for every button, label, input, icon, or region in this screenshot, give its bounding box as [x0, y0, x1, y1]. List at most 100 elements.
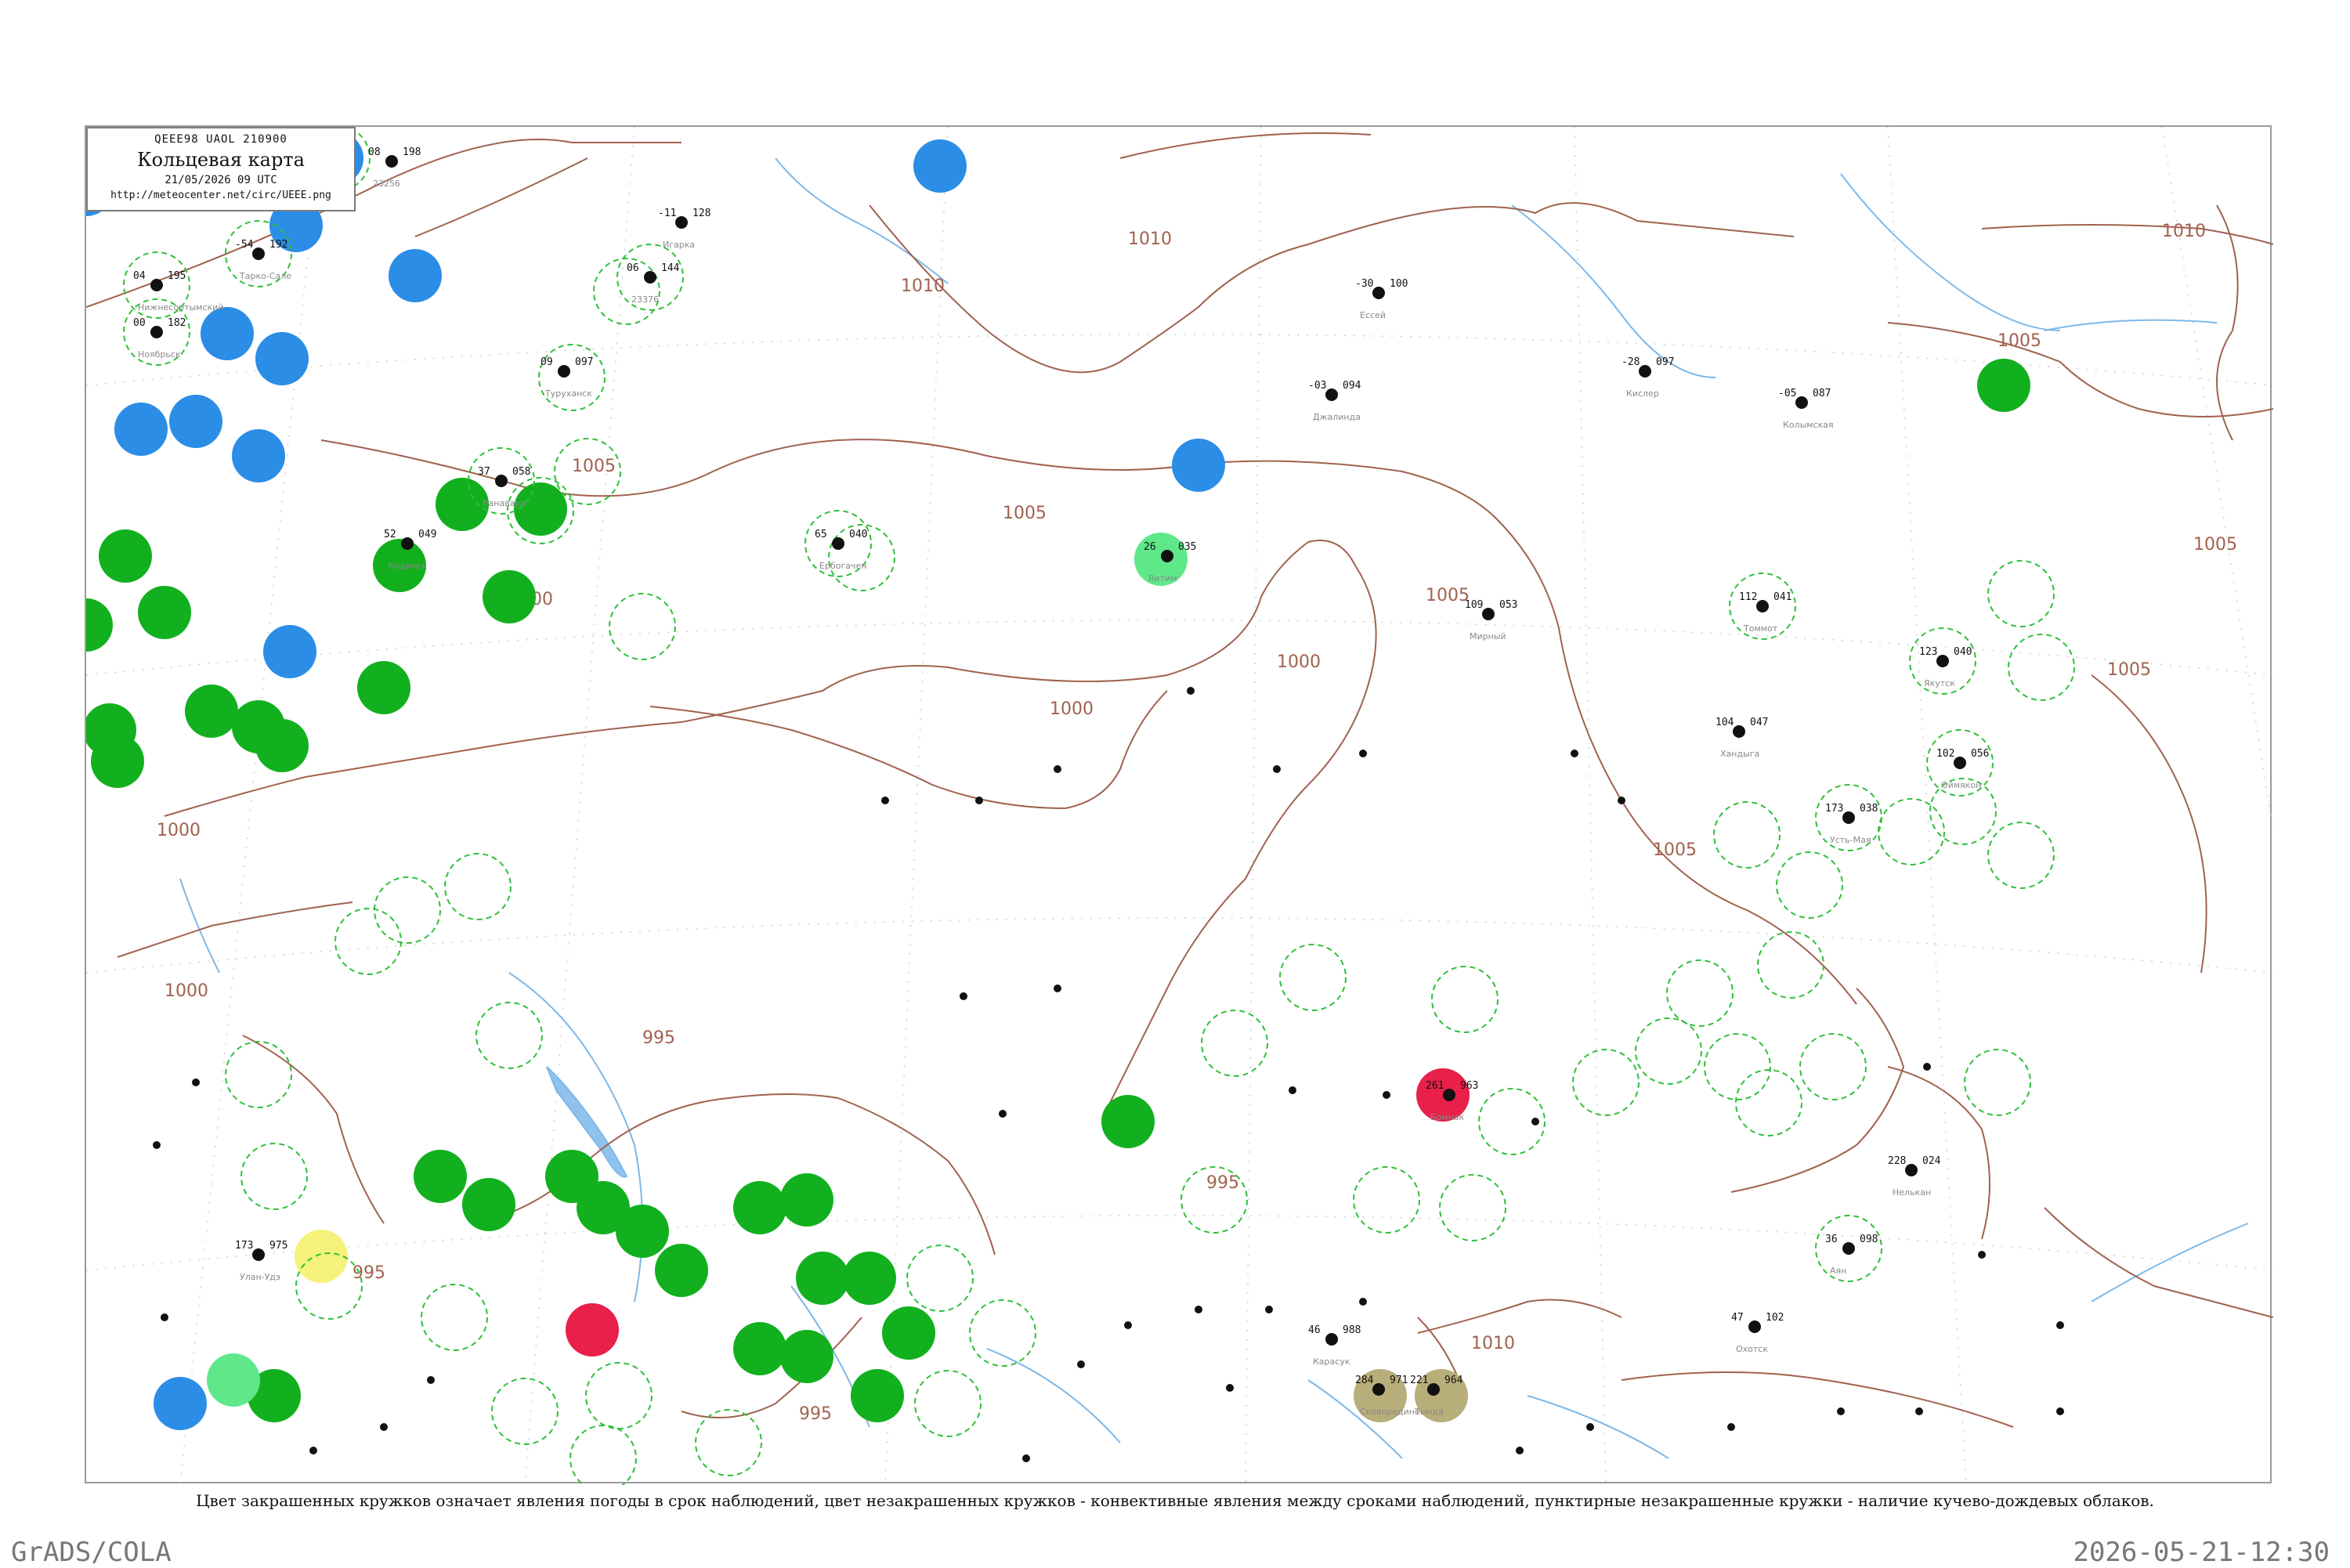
station-marker: [385, 155, 398, 168]
station-temperature: 228: [1888, 1155, 1906, 1167]
station-temperature: -28: [1622, 356, 1640, 368]
map-caption: Цвет закрашенных кружков означает явлени…: [196, 1491, 2154, 1510]
station-temperature: 06: [627, 262, 639, 274]
station-marker: [1443, 1089, 1455, 1101]
station-plot[interactable]: 192 -54 Тарко-Сале: [225, 220, 292, 287]
station-marker: [1325, 388, 1338, 401]
station-name: Улан-Удэ: [240, 1272, 280, 1282]
station-name: Колымская: [1783, 420, 1834, 430]
station-plot[interactable]: 040 123 Якутск: [1909, 627, 1976, 695]
station-name: Оймякон: [1941, 780, 1981, 790]
map-title-box: QEEE98 UAOL 210900 Кольцевая карта 21/05…: [86, 127, 356, 211]
station-marker: [1936, 655, 1949, 667]
station-plot[interactable]: 040 65 Ербогачен: [804, 510, 872, 577]
station-temperature: 109: [1465, 599, 1483, 611]
station-pressure: 097: [575, 356, 593, 368]
station-plot[interactable]: 041 112 Томмот: [1729, 573, 1796, 640]
station-name: Нелькан: [1893, 1187, 1931, 1198]
isobar-label: 995: [799, 1404, 832, 1424]
station-marker: [1905, 1164, 1918, 1176]
station-plot[interactable]: 097 09 Туруханск: [540, 356, 593, 399]
isobar-label: 1005: [1998, 331, 2041, 351]
rivers: [179, 157, 2249, 1459]
station-marker: [675, 216, 688, 229]
station-name: Витим: [1148, 573, 1177, 583]
station-marker: [1482, 608, 1495, 620]
station-plot[interactable]: 128 -11 Игарка: [658, 208, 710, 250]
station-temperature: 65: [815, 529, 827, 540]
station-pressure: 198: [403, 146, 421, 158]
map-frame: 1010 1010 1010 1005 1005 1005 1005 1000 …: [85, 125, 2273, 1485]
isobar-label: 995: [352, 1263, 385, 1283]
isobar-label: 1000: [157, 821, 201, 840]
station-plot[interactable]: 102 47 Охотск: [1731, 1312, 1784, 1354]
station-plot[interactable]: 094 -03 Джалинда: [1308, 380, 1361, 422]
station-plot[interactable]: 098 36 Аян: [1815, 1215, 1882, 1282]
station-plot[interactable]: 975 173 Улан-Удэ: [235, 1240, 287, 1282]
station-marker: [1427, 1383, 1440, 1396]
station-plot[interactable]: 097 -28 Кислер: [1622, 356, 1674, 399]
isobar-label: 1005: [1426, 586, 1470, 605]
isobar-label: 1005: [1653, 840, 1697, 860]
station-marker: [1795, 396, 1808, 409]
station-plot[interactable]: 144 06 23376: [616, 244, 684, 311]
station-pressure: 128: [692, 208, 710, 219]
station-temperature: -11: [658, 208, 676, 219]
isobar-label: 1005: [1003, 504, 1047, 523]
station-plot[interactable]: 198 08 23256: [368, 146, 421, 189]
station-temperature: 47: [1731, 1312, 1744, 1324]
station-name: Ессей: [1360, 310, 1386, 320]
station-plot[interactable]: 038 173 Усть-Мая: [1815, 784, 1882, 851]
station-plot[interactable]: 047 104 Хандыга: [1716, 717, 1768, 759]
isobar-label: 1005: [572, 457, 616, 476]
station-plot[interactable]: 195 04 Нижнесортымский: [123, 251, 223, 319]
isobar-label: 1010: [1471, 1334, 1515, 1353]
station-temperature: 173: [1825, 803, 1843, 815]
station-marker: [252, 1248, 265, 1261]
isobar-label: 1000: [1277, 652, 1321, 672]
isobar-label: 1010: [1128, 229, 1172, 249]
station-name: Нижнесортымский: [138, 302, 223, 313]
station-pressure: 975: [269, 1240, 287, 1252]
station-temperature: 112: [1739, 591, 1757, 603]
station-temperature: 26: [1144, 541, 1156, 553]
station-name: Ванавара: [483, 498, 526, 508]
station-marker: [401, 537, 414, 550]
station-temperature: 173: [235, 1240, 253, 1252]
render-timestamp: 2026-05-21-12:30: [2073, 1537, 2330, 1568]
software-credit: GrADS/COLA: [11, 1537, 172, 1568]
station-temperature: 09: [540, 356, 553, 368]
station-name: Якутск: [1924, 678, 1955, 688]
station-pressure: 988: [1343, 1324, 1361, 1336]
bulletin-code: QEEE98 UAOL 210900: [154, 133, 287, 146]
station-pressure: 049: [418, 529, 436, 540]
station-marker: [495, 475, 508, 487]
isobar-labels: 1010 1010 1010 1005 1005 1005 1005 1000 …: [157, 222, 2237, 1424]
station-temperature: 04: [133, 270, 146, 282]
isobar-label: 1005: [2107, 660, 2151, 680]
station-marker: [644, 271, 656, 284]
map-title: Кольцевая карта: [137, 149, 305, 171]
station-plot[interactable]: 056 102 Оймякон: [1926, 729, 1994, 797]
station-plot[interactable]: 988 46 Карасук: [1308, 1324, 1361, 1367]
map-url[interactable]: http://meteocenter.net/circ/UEEE.png: [88, 190, 354, 201]
synoptic-map[interactable]: 1010 1010 1010 1005 1005 1005 1005 1000 …: [86, 127, 2273, 1485]
station-pressure: 024: [1922, 1155, 1941, 1167]
station-pressure: 963: [1460, 1080, 1478, 1092]
station-plot[interactable]: 100 -30 Ессей: [1355, 278, 1408, 320]
station-plot[interactable]: 087 -05 Колымская: [1778, 388, 1834, 430]
station-pressure: 182: [168, 317, 186, 329]
station-plot[interactable]: 024 228 Нелькан: [1888, 1155, 1941, 1198]
station-name: 23376: [631, 294, 659, 305]
station-marker: [1756, 600, 1769, 612]
station-name: Тарко-Сале: [239, 271, 291, 281]
station-temperature: 52: [384, 529, 396, 540]
station-pressure: 098: [1860, 1234, 1878, 1245]
station-pressure: 964: [1444, 1375, 1463, 1386]
station-name: Кодинск: [389, 561, 428, 571]
station-name: Усть-Мая: [1830, 835, 1871, 845]
station-pressure: 047: [1750, 717, 1768, 728]
station-temperature: 104: [1716, 717, 1734, 728]
station-plot[interactable]: 053 109 Мирный: [1465, 599, 1517, 641]
station-plot[interactable]: 058 37 Ванавара: [468, 447, 535, 515]
